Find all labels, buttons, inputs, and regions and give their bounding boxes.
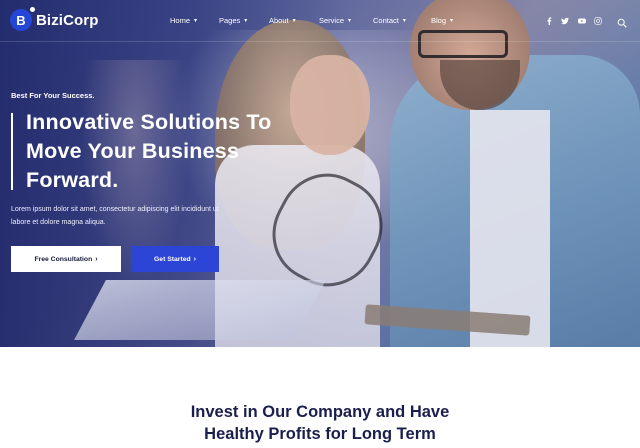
section-title-line-2: Healthy Profits for Long Term — [204, 425, 436, 443]
logo-initial: B — [16, 12, 26, 28]
section-title-line-1: Invest in Our Company and Have — [190, 403, 450, 421]
hero-photo-papers — [74, 280, 326, 340]
nav-item-home[interactable]: Home ▾ — [170, 16, 197, 25]
logo-text: BiziCorp — [36, 11, 99, 29]
button-label: Get Started — [154, 255, 191, 263]
nav-item-label: Blog — [431, 16, 447, 25]
section-title: Invest in Our Company and Have Healthy P… — [0, 401, 640, 445]
nav-item-service[interactable]: Service ▾ — [319, 16, 351, 25]
logo-dot — [30, 7, 35, 12]
facebook-icon[interactable] — [543, 15, 554, 26]
nav-item-pages[interactable]: Pages ▾ — [219, 16, 247, 25]
chevron-down-icon: ▾ — [450, 17, 454, 24]
hero-description: Lorem ipsum dolor sit amet, consectetur … — [11, 206, 219, 226]
chevron-right-icon: › — [193, 255, 196, 263]
nav-item-label: About — [269, 16, 289, 25]
top-navigation: B BiziCorp Home ▾ Pages ▾ About ▾ Servic… — [0, 0, 640, 42]
twitter-icon[interactable] — [560, 15, 571, 26]
nav-item-about[interactable]: About ▾ — [269, 16, 296, 25]
nav-item-label: Pages — [219, 16, 241, 25]
button-label: Free Consultation — [34, 255, 93, 263]
nav-item-contact[interactable]: Contact ▾ — [373, 16, 406, 25]
chevron-down-icon: ▾ — [292, 17, 296, 24]
nav-item-label: Home — [170, 16, 191, 25]
search-icon[interactable] — [617, 15, 628, 28]
get-started-button[interactable]: Get Started › — [131, 246, 219, 272]
chevron-down-icon: ▾ — [348, 17, 352, 24]
hero-headline: Innovative Solutions To Move Your Busine… — [26, 110, 272, 192]
logo-mark: B — [10, 7, 35, 31]
hero-kicker: Best For Your Success. — [11, 91, 95, 100]
nav-item-label: Contact — [373, 16, 399, 25]
headline-accent-bar — [11, 113, 13, 190]
chevron-down-icon: ▾ — [402, 17, 406, 24]
nav-item-label: Service — [319, 16, 345, 25]
site-logo[interactable]: B BiziCorp — [10, 7, 99, 31]
youtube-icon[interactable] — [576, 15, 587, 26]
instagram-icon[interactable] — [593, 15, 604, 26]
chevron-down-icon: ▾ — [194, 17, 198, 24]
nav-item-blog[interactable]: Blog ▾ — [431, 16, 453, 25]
free-consultation-button[interactable]: Free Consultation › — [11, 246, 121, 272]
chevron-right-icon: › — [95, 255, 98, 263]
hero-banner: B BiziCorp Home ▾ Pages ▾ About ▾ Servic… — [0, 0, 640, 347]
chevron-down-icon: ▾ — [244, 17, 248, 24]
social-links — [543, 15, 609, 26]
